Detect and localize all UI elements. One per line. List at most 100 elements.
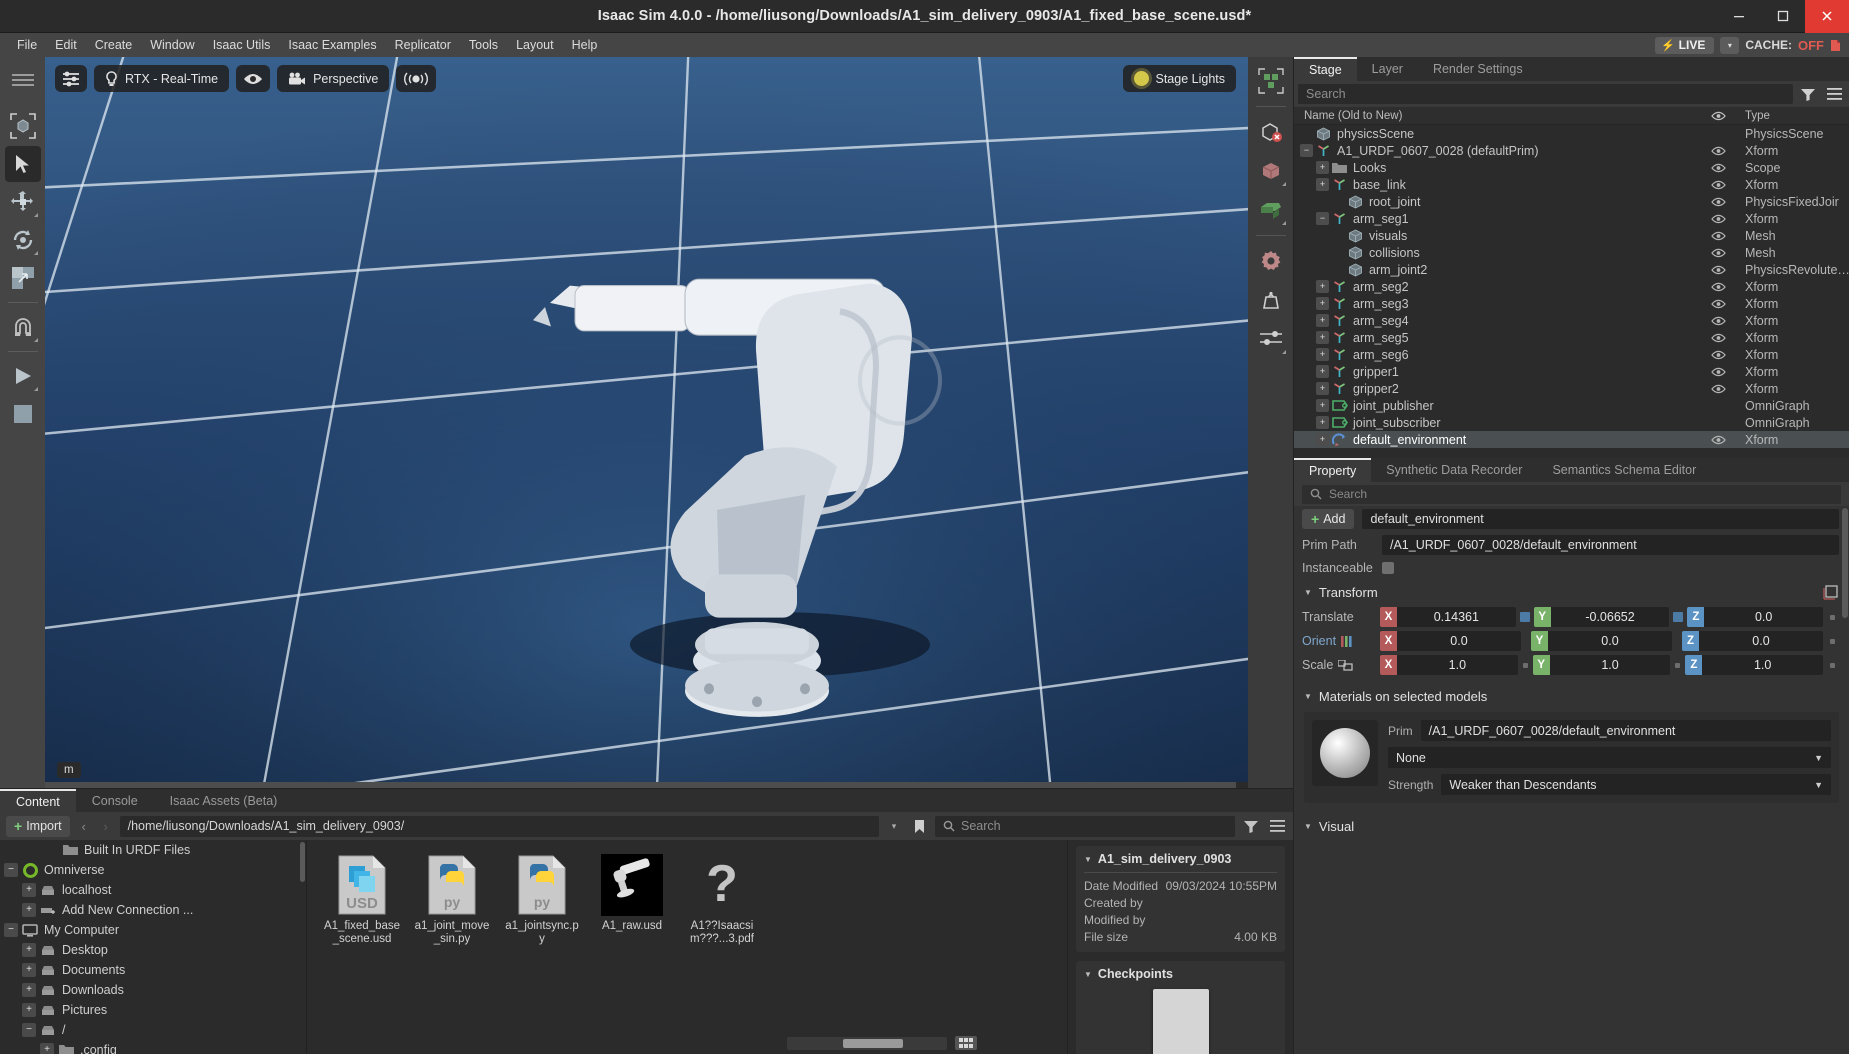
list-item[interactable]: − /: [0, 1020, 306, 1040]
stage-row-default-environment[interactable]: +default_environmentXform: [1294, 431, 1849, 448]
list-item[interactable]: + Pictures: [0, 1000, 306, 1020]
expand-expander[interactable]: +: [1316, 331, 1329, 344]
collapse-expander[interactable]: −: [1300, 144, 1313, 157]
viewport-hscrollbar[interactable]: [45, 782, 1248, 788]
hamburger-icon[interactable]: [1823, 84, 1845, 104]
expand-expander[interactable]: +: [1316, 314, 1329, 327]
scale-z-input[interactable]: 1.0: [1702, 655, 1823, 675]
list-item[interactable]: + Downloads: [0, 980, 306, 1000]
stage-row-arm-seg3[interactable]: +arm_seg3Xform: [1294, 295, 1849, 312]
stage-row-visuals[interactable]: visualsMesh: [1294, 227, 1849, 244]
snap-magnet-icon[interactable]: [5, 309, 41, 345]
scale-x-input[interactable]: 1.0: [1397, 655, 1518, 675]
expand-expander[interactable]: +: [22, 903, 36, 917]
expand-expander[interactable]: +: [1316, 416, 1329, 429]
column-name[interactable]: Name (Old to New): [1294, 110, 1697, 122]
stage-row-joint-publisher[interactable]: +joint_publisherOmniGraph: [1294, 397, 1849, 414]
file-item[interactable]: USD A1_fixed_base_scene.usd: [323, 854, 401, 946]
list-item[interactable]: Built In URDF Files: [0, 840, 306, 860]
menu-replicator[interactable]: Replicator: [386, 33, 460, 57]
expand-expander[interactable]: +: [22, 963, 36, 977]
physics-inspector-icon[interactable]: [1253, 63, 1289, 99]
rigid-body-icon[interactable]: [1253, 153, 1289, 189]
expand-expander[interactable]: +: [1316, 280, 1329, 293]
list-item[interactable]: − Omniverse: [0, 860, 306, 880]
stage-row-gripper1[interactable]: +gripper1Xform: [1294, 363, 1849, 380]
forward-button[interactable]: ›: [98, 819, 114, 834]
scale-tool-icon[interactable]: [5, 260, 41, 296]
menu-window[interactable]: Window: [141, 33, 203, 57]
rotate-tool-icon[interactable]: [5, 222, 41, 258]
material-prim-input[interactable]: /A1_URDF_0607_0028/default_environment: [1421, 720, 1831, 741]
orient-y-input[interactable]: 0.0: [1548, 631, 1672, 651]
stage-row-looks[interactable]: +LooksScope: [1294, 159, 1849, 176]
visibility-eye-icon[interactable]: [1697, 231, 1739, 241]
live-button[interactable]: ⚡ LIVE: [1655, 37, 1714, 54]
file-item[interactable]: py a1_joint_move_sin.py: [413, 854, 491, 946]
filter-icon[interactable]: [1241, 820, 1261, 833]
expand-expander[interactable]: +: [1316, 348, 1329, 361]
lighting-mode-button[interactable]: [396, 65, 436, 92]
visibility-eye-icon[interactable]: [1697, 180, 1739, 190]
visibility-eye-icon[interactable]: [1697, 384, 1739, 394]
physics-debug-sliders-icon[interactable]: [1253, 321, 1289, 357]
visibility-eye-icon[interactable]: [1697, 316, 1739, 326]
collapse-expander[interactable]: −: [4, 923, 18, 937]
add-button[interactable]: + Add: [1302, 509, 1354, 529]
visibility-eye-icon[interactable]: [1697, 299, 1739, 309]
translate-y-input[interactable]: -0.06652: [1551, 607, 1670, 627]
content-tree[interactable]: Built In URDF Files − Omniverse + localh…: [0, 840, 307, 1054]
back-button[interactable]: ‹: [76, 819, 92, 834]
strength-dropdown[interactable]: Weaker than Descendants ▼: [1441, 774, 1831, 795]
transform-reset-icon[interactable]: [1822, 584, 1839, 601]
property-scrollbar[interactable]: [1842, 508, 1848, 618]
stage-row-arm-seg2[interactable]: +arm_seg2Xform: [1294, 278, 1849, 295]
transform-section-header[interactable]: ▼ Transform: [1294, 578, 1849, 605]
orient-z-input[interactable]: 0.0: [1699, 631, 1823, 651]
move-tool-icon[interactable]: [5, 184, 41, 220]
expand-expander[interactable]: +: [40, 1043, 54, 1054]
instanceable-checkbox[interactable]: [1382, 562, 1394, 574]
info-header[interactable]: ▼ A1_sim_delivery_0903: [1084, 852, 1277, 866]
translate-z-input[interactable]: 0.0: [1704, 607, 1823, 627]
list-item[interactable]: + .config: [0, 1040, 306, 1054]
expand-expander[interactable]: +: [1316, 399, 1329, 412]
bookmark-icon[interactable]: [909, 819, 929, 834]
tab-console[interactable]: Console: [76, 789, 154, 812]
visibility-eye-icon[interactable]: [1697, 197, 1739, 207]
stage-lights-dropdown[interactable]: Stage Lights: [1123, 65, 1237, 92]
play-icon[interactable]: [5, 358, 41, 394]
tab-layer[interactable]: Layer: [1357, 57, 1418, 81]
link-y-icon[interactable]: [1673, 612, 1683, 622]
chevron-down-icon[interactable]: ▾: [885, 821, 903, 832]
list-item[interactable]: + Documents: [0, 960, 306, 980]
stage-row-joint-subscriber[interactable]: +joint_subscriberOmniGraph: [1294, 414, 1849, 431]
menu-isaac-examples[interactable]: Isaac Examples: [279, 33, 385, 57]
list-item[interactable]: − My Computer: [0, 920, 306, 940]
expand-expander[interactable]: +: [1316, 365, 1329, 378]
mass-weight-icon[interactable]: [1253, 282, 1289, 318]
close-button[interactable]: [1805, 0, 1849, 33]
file-item[interactable]: ? A1??Isaacsim???...3.pdf: [683, 854, 761, 946]
visibility-eye-icon[interactable]: [1697, 367, 1739, 377]
tab-semantics-schema-editor[interactable]: Semantics Schema Editor: [1537, 458, 1711, 482]
file-item[interactable]: A1_raw.usd: [593, 854, 671, 946]
expand-expander[interactable]: +: [22, 1003, 36, 1017]
menu-isaac-utils[interactable]: Isaac Utils: [204, 33, 280, 57]
visibility-eye-icon[interactable]: [1697, 435, 1739, 445]
tab-isaac-assets[interactable]: Isaac Assets (Beta): [154, 789, 294, 812]
filter-icon[interactable]: [1797, 84, 1819, 104]
cache-document-icon[interactable]: [1830, 39, 1841, 52]
collapse-expander[interactable]: −: [22, 1023, 36, 1037]
visibility-eye-icon[interactable]: [1697, 214, 1739, 224]
stage-row-arm-joint2[interactable]: arm_joint2PhysicsRevolute…: [1294, 261, 1849, 278]
visibility-eye-icon[interactable]: [1697, 350, 1739, 360]
stage-row-root-joint[interactable]: root_jointPhysicsFixedJoir: [1294, 193, 1849, 210]
stage-row-collisions[interactable]: collisionsMesh: [1294, 244, 1849, 261]
expand-expander[interactable]: +: [22, 983, 36, 997]
stage-row-arm-seg5[interactable]: +arm_seg5Xform: [1294, 329, 1849, 346]
menu-burger-icon[interactable]: [5, 62, 41, 98]
maximize-button[interactable]: [1761, 0, 1805, 33]
tab-stage[interactable]: Stage: [1294, 57, 1357, 81]
viewport-3d[interactable]: RTX - Real-Time Perspective: [45, 57, 1248, 788]
